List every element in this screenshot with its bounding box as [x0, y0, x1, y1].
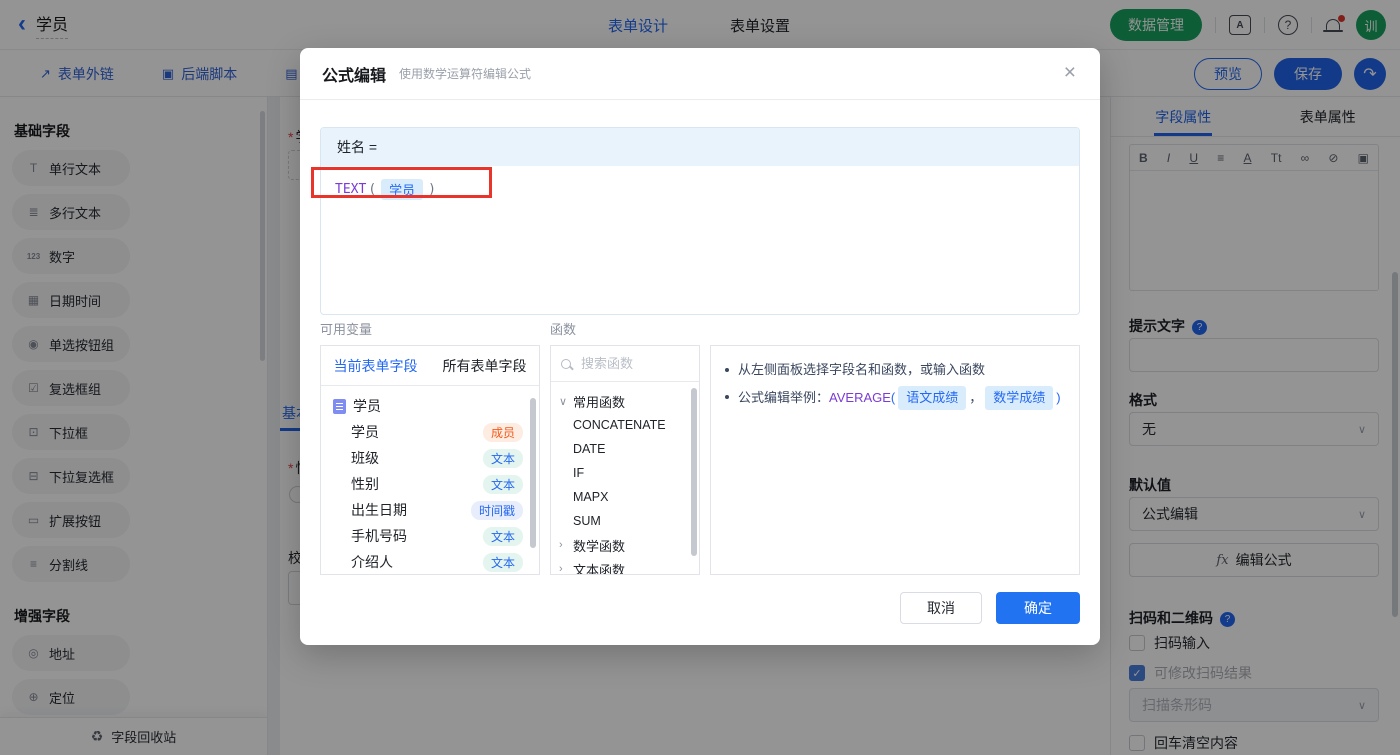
variable-row-class[interactable]: 班级 文本: [321, 445, 539, 471]
group-name: 文本函数: [573, 562, 626, 575]
tag-member: 成员: [482, 422, 523, 442]
modal-title: 公式编辑: [322, 67, 387, 85]
variable-name: 性别: [351, 476, 379, 492]
variables-scrollbar[interactable]: [530, 398, 536, 548]
close-icon[interactable]: ×: [1064, 62, 1076, 83]
bullet-dot: [725, 395, 729, 399]
functions-scrollbar[interactable]: [691, 388, 697, 556]
open-paren: (: [368, 182, 377, 197]
example-prefix: 公式编辑举例：: [738, 390, 830, 405]
tag-text: 文本: [482, 474, 523, 494]
variable-row-gender[interactable]: 性别 文本: [321, 471, 539, 497]
variable-name: 手机号码: [351, 528, 407, 544]
tag-text: 文本: [482, 526, 523, 546]
function-search-input[interactable]: [579, 355, 679, 372]
help-tip-1: 从左侧面板选择字段名和函数，或输入函数: [725, 359, 1065, 381]
variable-name: 班级: [351, 450, 379, 466]
variable-row-phone[interactable]: 手机号码 文本: [321, 523, 539, 549]
formula-target: 姓名 =: [337, 139, 378, 155]
close-paren: ): [428, 182, 436, 197]
chevron-open-icon: ∨: [559, 395, 568, 408]
function-item-mapx[interactable]: MAPX: [551, 485, 699, 509]
close-paren: ): [1056, 390, 1061, 405]
formula-function-name: TEXT: [335, 182, 367, 197]
search-icon: [561, 358, 571, 369]
chevron-closed-icon: ›: [559, 539, 563, 551]
variables-panel: 当前表单字段 所有表单字段 学员 学员 成员 班级 文本 性别 文本 出生日期: [320, 345, 540, 575]
cancel-button[interactable]: 取消: [900, 592, 982, 624]
example-function-name: AVERAGE: [829, 390, 891, 405]
tag-text: 文本: [482, 552, 523, 572]
function-item-concatenate[interactable]: CONCATENATE: [551, 413, 699, 437]
tab-all-form-fields[interactable]: 所有表单字段: [430, 356, 539, 376]
functions-panel: ∨ 常用函数 CONCATENATE DATE IF MAPX SUM › 数学…: [550, 345, 700, 575]
help-text: 从左侧面板选择字段名和函数，或输入函数: [738, 362, 986, 377]
group-name: 数学函数: [573, 538, 626, 554]
variables-root-form[interactable]: 学员: [321, 393, 539, 419]
variable-name: 学员: [351, 424, 379, 440]
functions-tree: ∨ 常用函数 CONCATENATE DATE IF MAPX SUM › 数学…: [551, 382, 699, 575]
modal-header: 公式编辑 使用数学运算符编辑公式: [300, 48, 1100, 100]
functions-section-label: 函数: [550, 322, 577, 337]
variable-row-referrer[interactable]: 介绍人 文本: [321, 549, 539, 574]
field-chip-chinese-score: 语文成绩: [898, 386, 967, 410]
form-doc-icon: [333, 398, 346, 414]
function-search-row: [551, 346, 699, 382]
formula-target-row: 姓名 =: [321, 128, 1079, 166]
bullet-dot: [725, 368, 729, 372]
help-example: 公式编辑举例： AVERAGE ( 语文成绩 ， 数学成绩 ): [738, 386, 1061, 410]
comma: ，: [969, 390, 983, 405]
variable-name: 介绍人: [351, 554, 393, 570]
function-group-text[interactable]: › 文本函数: [551, 557, 699, 575]
variable-name: 出生日期: [351, 502, 407, 518]
root-form-name: 学员: [353, 398, 381, 414]
formula-editor-modal: 公式编辑 使用数学运算符编辑公式 × 姓名 = TEXT ( 学员 ) 可用变量…: [300, 48, 1100, 645]
group-name: 常用函数: [573, 394, 626, 410]
confirm-button[interactable]: 确定: [996, 592, 1080, 624]
variables-tabs: 当前表单字段 所有表单字段: [321, 346, 539, 386]
function-group-math[interactable]: › 数学函数: [551, 533, 699, 557]
variables-tree: 学员 学员 成员 班级 文本 性别 文本 出生日期 时间戳 手机号码 文本 介绍…: [321, 386, 539, 574]
variables-section-label: 可用变量: [320, 322, 373, 337]
function-item-date[interactable]: DATE: [551, 437, 699, 461]
open-paren: (: [890, 390, 896, 405]
field-chip-student[interactable]: 学员: [381, 179, 424, 200]
help-tip-2: 公式编辑举例： AVERAGE ( 语文成绩 ， 数学成绩 ): [725, 386, 1065, 410]
function-group-common[interactable]: ∨ 常用函数: [551, 389, 699, 413]
formula-help-panel: 从左侧面板选择字段名和函数，或输入函数 公式编辑举例： AVERAGE ( 语文…: [710, 345, 1080, 575]
modal-subtitle: 使用数学运算符编辑公式: [399, 67, 532, 81]
formula-expression[interactable]: TEXT ( 学员 ): [321, 166, 1079, 213]
chevron-closed-icon: ›: [559, 563, 563, 575]
tag-timestamp: 时间戳: [470, 500, 523, 520]
tab-current-form-fields[interactable]: 当前表单字段: [321, 356, 430, 376]
variable-row-student[interactable]: 学员 成员: [321, 419, 539, 445]
field-chip-math-score: 数学成绩: [985, 386, 1054, 410]
tag-text: 文本: [482, 448, 523, 468]
function-item-sum[interactable]: SUM: [551, 509, 699, 533]
function-item-if[interactable]: IF: [551, 461, 699, 485]
variable-row-birthdate[interactable]: 出生日期 时间戳: [321, 497, 539, 523]
formula-editor-box[interactable]: 姓名 = TEXT ( 学员 ): [320, 127, 1080, 315]
